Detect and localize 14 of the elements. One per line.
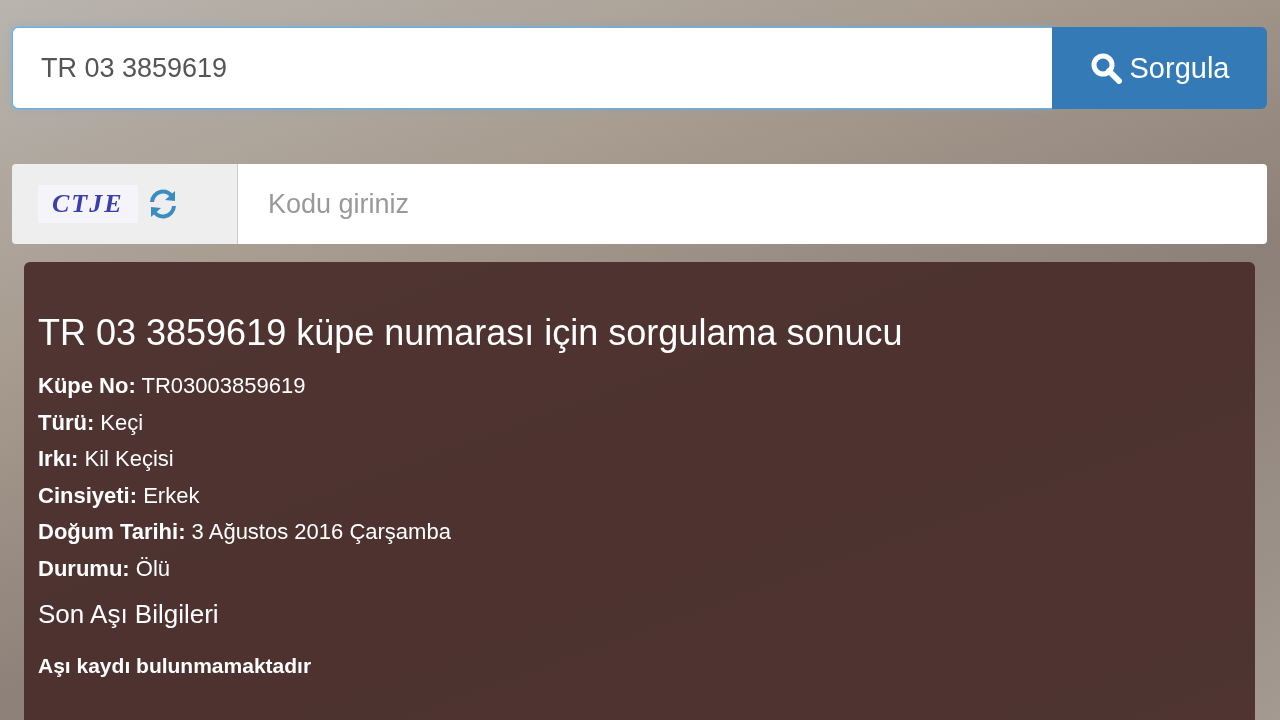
info-line: Durumu: Ölü xyxy=(38,554,171,583)
info-line: Türü: Keçi xyxy=(38,408,144,437)
result-title: TR 03 3859619 küpe numarası için sorgulama sonucu xyxy=(38,312,903,354)
captcha-input[interactable]: Kodu giriniz xyxy=(238,164,1267,244)
info-line: Irkı: Kil Keçisi xyxy=(38,445,174,473)
captcha-image: CTJE xyxy=(38,185,138,223)
search-button[interactable]: Sorgula xyxy=(1052,27,1267,109)
info-line: Cinsiyeti: Erkek xyxy=(38,481,200,510)
info-line: Doğum Tarihi: 3 Ağustos 2016 Çarşamba xyxy=(38,518,451,546)
notice-text: Aşı kaydı bulunmamaktadır xyxy=(38,654,312,678)
section-title: Son Aşı Bilgileri xyxy=(38,599,219,630)
search-icon xyxy=(1089,52,1122,84)
search-field[interactable]: TR 03 3859619 xyxy=(12,27,1052,109)
info-line: Küpe No: TR03003859619 xyxy=(38,372,306,400)
